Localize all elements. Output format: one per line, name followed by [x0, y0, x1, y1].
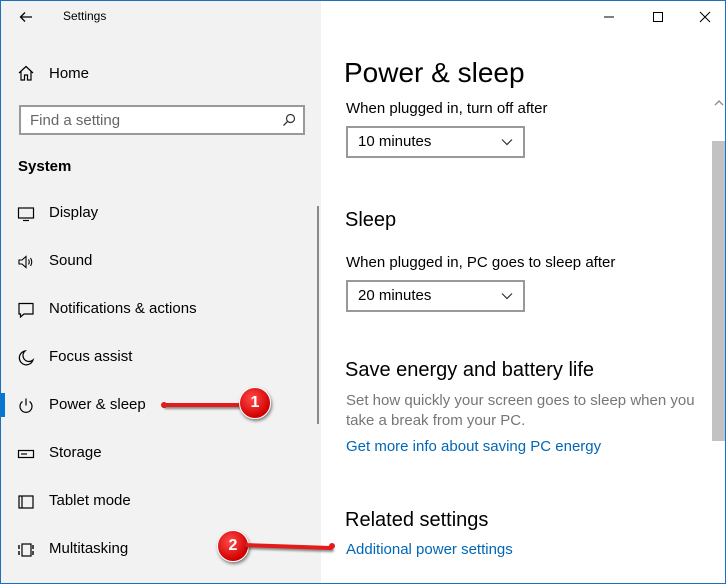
sidebar-item-label: Notifications & actions — [49, 300, 197, 317]
sound-icon — [18, 255, 33, 269]
sidebar-item-display[interactable]: Display — [1, 193, 319, 233]
related-settings-heading: Related settings — [345, 509, 489, 531]
energy-description: Set how quickly your screen goes to slee… — [346, 392, 695, 429]
home-icon — [18, 65, 34, 81]
sidebar-item-label: Display — [49, 204, 99, 221]
tablet-mode-icon — [18, 495, 34, 509]
back-button[interactable] — [15, 6, 37, 28]
search-placeholder: Find a setting — [30, 112, 121, 129]
multitasking-icon — [18, 543, 34, 557]
screen-timeout-dropdown[interactable]: 10 minutes — [346, 126, 525, 158]
sidebar-item-label: Power & sleep — [49, 396, 146, 413]
search-input[interactable]: Find a setting — [19, 105, 305, 135]
scroll-up-icon[interactable] — [713, 97, 725, 109]
energy-info-link[interactable]: Get more info about saving PC energy — [346, 438, 601, 455]
minimize-icon[interactable] — [597, 7, 621, 27]
sidebar-item-label: Tablet mode — [49, 492, 131, 509]
screen-timeout-value: 10 minutes — [358, 133, 432, 150]
page-title: Power & sleep — [344, 57, 525, 88]
sidebar-item-multitasking[interactable]: Multitasking — [1, 529, 319, 569]
home-label: Home — [49, 64, 90, 82]
titlebar-left: Settings — [1, 1, 321, 35]
sidebar-item-notifications[interactable]: Notifications & actions — [1, 289, 319, 329]
app-title: Settings — [63, 9, 107, 23]
sidebar: Settings Home Find a setting System Disp… — [1, 1, 321, 583]
sleep-dropdown[interactable]: 20 minutes — [346, 280, 525, 312]
main-content: Power & sleep When plugged in, turn off … — [321, 1, 725, 583]
screen-timeout-label: When plugged in, turn off after — [346, 100, 548, 117]
sidebar-item-storage[interactable]: Storage — [1, 433, 319, 473]
chevron-down-icon — [501, 139, 513, 146]
power-icon — [19, 398, 33, 413]
display-icon — [17, 207, 35, 222]
sidebar-item-label: Sound — [49, 252, 93, 269]
sleep-value: 20 minutes — [358, 287, 432, 304]
close-icon[interactable] — [693, 7, 717, 27]
sidebar-item-sound[interactable]: Sound — [1, 241, 319, 281]
chevron-down-icon — [501, 293, 513, 300]
annotation-1-line — [163, 403, 243, 407]
sidebar-item-label: Multitasking — [49, 540, 129, 557]
notifications-icon — [18, 302, 34, 319]
sidebar-item-label: Focus assist — [49, 348, 133, 365]
energy-heading: Save energy and battery life — [345, 359, 595, 381]
additional-power-settings-link[interactable]: Additional power settings — [346, 541, 513, 558]
active-indicator — [1, 393, 5, 417]
storage-icon — [17, 449, 35, 459]
sidebar-item-label: Storage — [49, 444, 102, 461]
focus-assist-icon — [18, 349, 35, 366]
sidebar-item-tablet-mode[interactable]: Tablet mode — [1, 481, 319, 521]
sidebar-item-focus-assist[interactable]: Focus assist — [1, 337, 319, 377]
annotation-badge-1: 1 — [239, 387, 271, 419]
scrollbar-thumb[interactable] — [712, 141, 725, 441]
sidebar-scrollbar[interactable] — [317, 206, 319, 424]
sidebar-item-power-sleep[interactable]: Power & sleep — [1, 385, 319, 425]
home-nav-item[interactable]: Home — [17, 61, 89, 85]
sleep-label: When plugged in, PC goes to sleep after — [346, 254, 616, 271]
back-arrow-icon — [19, 12, 32, 22]
sleep-heading: Sleep — [345, 209, 397, 231]
search-icon[interactable] — [282, 113, 296, 127]
maximize-icon[interactable] — [646, 7, 670, 27]
annotation-2-dot — [329, 543, 335, 549]
settings-window: Settings Home Find a setting System Disp… — [0, 0, 726, 584]
section-title-system: System — [18, 158, 72, 175]
